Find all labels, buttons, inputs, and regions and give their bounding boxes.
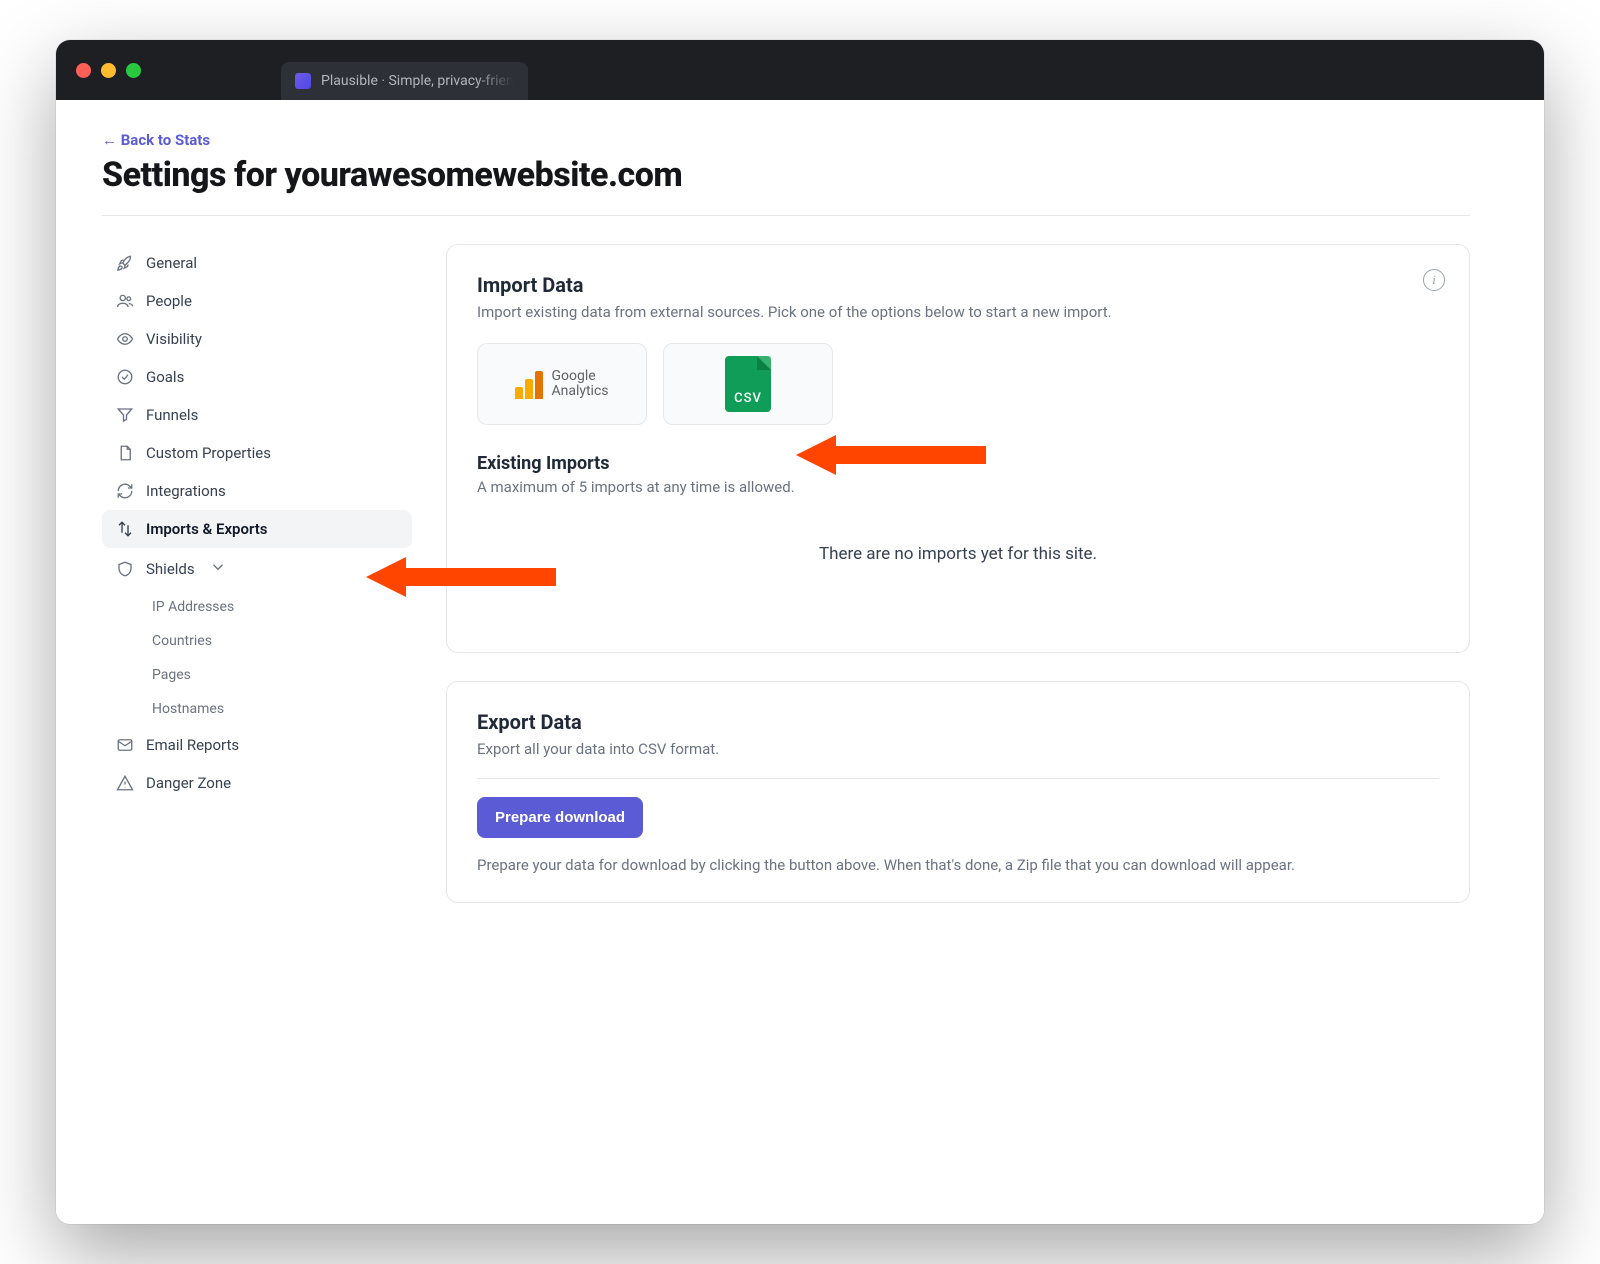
csv-file-icon: CSV (725, 356, 771, 412)
sidebar-item-danger-zone[interactable]: Danger Zone (102, 764, 412, 802)
sidebar-item-imports-exports[interactable]: Imports & Exports (102, 510, 412, 548)
sidebar-item-email-reports[interactable]: Email Reports (102, 726, 412, 764)
csv-label: CSV (734, 391, 762, 406)
divider (102, 215, 1470, 216)
browser-tab[interactable]: Plausible · Simple, privacy-frien (281, 62, 528, 100)
sidebar-item-general[interactable]: General (102, 244, 412, 282)
content-area: ← Back to Stats Settings for yourawesome… (56, 100, 1544, 1224)
sidebar-item-label: Shields (146, 560, 195, 578)
import-data-card: i Import Data Import existing data from … (446, 244, 1470, 653)
minimize-icon[interactable] (101, 63, 116, 78)
sidebar-item-people[interactable]: People (102, 282, 412, 320)
export-data-title: Export Data (477, 710, 1439, 734)
ga-label-2: Analytics (551, 384, 608, 399)
warning-icon (116, 774, 134, 792)
maximize-icon[interactable] (126, 63, 141, 78)
chevron-down-icon (209, 558, 227, 580)
document-icon (116, 444, 134, 462)
import-data-title: Import Data (477, 273, 1439, 297)
sidebar-item-shields[interactable]: Shields (102, 548, 412, 590)
ga-label-1: Google (551, 369, 608, 384)
sidebar-item-visibility[interactable]: Visibility (102, 320, 412, 358)
prepare-download-button[interactable]: Prepare download (477, 797, 643, 838)
sidebar-item-label: Custom Properties (146, 444, 271, 462)
export-help-text: Prepare your data for download by clicki… (477, 856, 1439, 874)
refresh-icon (116, 482, 134, 500)
export-data-card: Export Data Export all your data into CS… (446, 681, 1470, 903)
scroll-area[interactable]: ← Back to Stats Settings for yourawesome… (56, 100, 1544, 1224)
titlebar: Plausible · Simple, privacy-frien (56, 40, 1544, 100)
close-icon[interactable] (76, 63, 91, 78)
tab-title: Plausible · Simple, privacy-frien (321, 73, 514, 89)
browser-window: Plausible · Simple, privacy-frien ← Back… (56, 40, 1544, 1224)
shield-icon (116, 560, 134, 578)
sidebar-subitem-countries[interactable]: Countries (102, 624, 412, 658)
page-title: Settings for yourawesomewebsite.com (102, 155, 1470, 195)
info-icon[interactable]: i (1423, 269, 1445, 291)
existing-imports-title: Existing Imports (477, 453, 1439, 474)
sidebar-item-label: Imports & Exports (146, 520, 267, 538)
sidebar-item-label: Goals (146, 368, 184, 386)
sidebar-item-funnels[interactable]: Funnels (102, 396, 412, 434)
google-analytics-icon (515, 369, 543, 399)
sidebar-item-label: Funnels (146, 406, 198, 424)
sidebar-item-label: Email Reports (146, 736, 239, 754)
import-option-google-analytics[interactable]: Google Analytics (477, 343, 647, 425)
sidebar-item-label: Danger Zone (146, 774, 231, 792)
sidebar-item-integrations[interactable]: Integrations (102, 472, 412, 510)
favicon-icon (295, 73, 311, 89)
sidebar-item-custom-properties[interactable]: Custom Properties (102, 434, 412, 472)
sidebar-item-label: Integrations (146, 482, 226, 500)
divider (477, 778, 1439, 779)
import-data-desc: Import existing data from external sourc… (477, 303, 1439, 321)
check-circle-icon (116, 368, 134, 386)
import-option-csv[interactable]: CSV (663, 343, 833, 425)
back-to-stats-link[interactable]: ← Back to Stats (102, 131, 210, 149)
sidebar-subitem-ip[interactable]: IP Addresses (102, 590, 412, 624)
arrows-up-down-icon (116, 520, 134, 538)
rocket-icon (116, 254, 134, 272)
eye-icon (116, 330, 134, 348)
funnel-icon (116, 406, 134, 424)
sidebar-subitem-hostnames[interactable]: Hostnames (102, 692, 412, 726)
settings-sidebar: General People Visibility Goals (102, 244, 412, 931)
users-icon (116, 292, 134, 310)
sidebar-item-label: People (146, 292, 192, 310)
window-controls (76, 63, 141, 78)
empty-imports-message: There are no imports yet for this site. (477, 496, 1439, 624)
sidebar-subitem-pages[interactable]: Pages (102, 658, 412, 692)
sidebar-item-label: Visibility (146, 330, 202, 348)
existing-imports-desc: A maximum of 5 imports at any time is al… (477, 478, 1439, 496)
sidebar-item-label: General (146, 254, 197, 272)
export-data-desc: Export all your data into CSV format. (477, 740, 1439, 758)
sidebar-item-goals[interactable]: Goals (102, 358, 412, 396)
mail-icon (116, 736, 134, 754)
